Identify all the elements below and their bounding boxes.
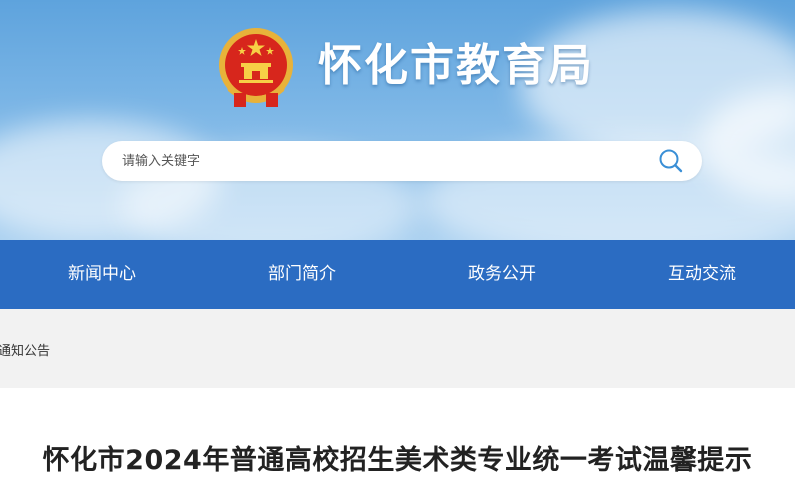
breadcrumb: 通知公告 [0, 309, 795, 388]
site-title: 怀化市教育局 [318, 40, 594, 91]
breadcrumb-link-notices[interactable]: 通知公告 [0, 340, 50, 359]
site-header: 怀化市教育局 [0, 0, 795, 240]
nav-item-department[interactable]: 部门简介 [268, 240, 336, 309]
nav-item-news[interactable]: 新闻中心 [68, 240, 136, 309]
nav-item-interaction[interactable]: 互动交流 [668, 240, 736, 309]
main-nav: 新闻中心 部门简介 政务公开 互动交流 [0, 240, 795, 309]
search-input[interactable] [122, 141, 642, 181]
nav-item-government-affairs[interactable]: 政务公开 [468, 240, 536, 309]
search-icon[interactable] [658, 148, 684, 174]
search-bar [102, 141, 702, 181]
article-title: 怀化市2024年普通高校招生美术类专业统一考试温馨提示 [42, 445, 753, 476]
national-emblem-icon [219, 28, 293, 107]
